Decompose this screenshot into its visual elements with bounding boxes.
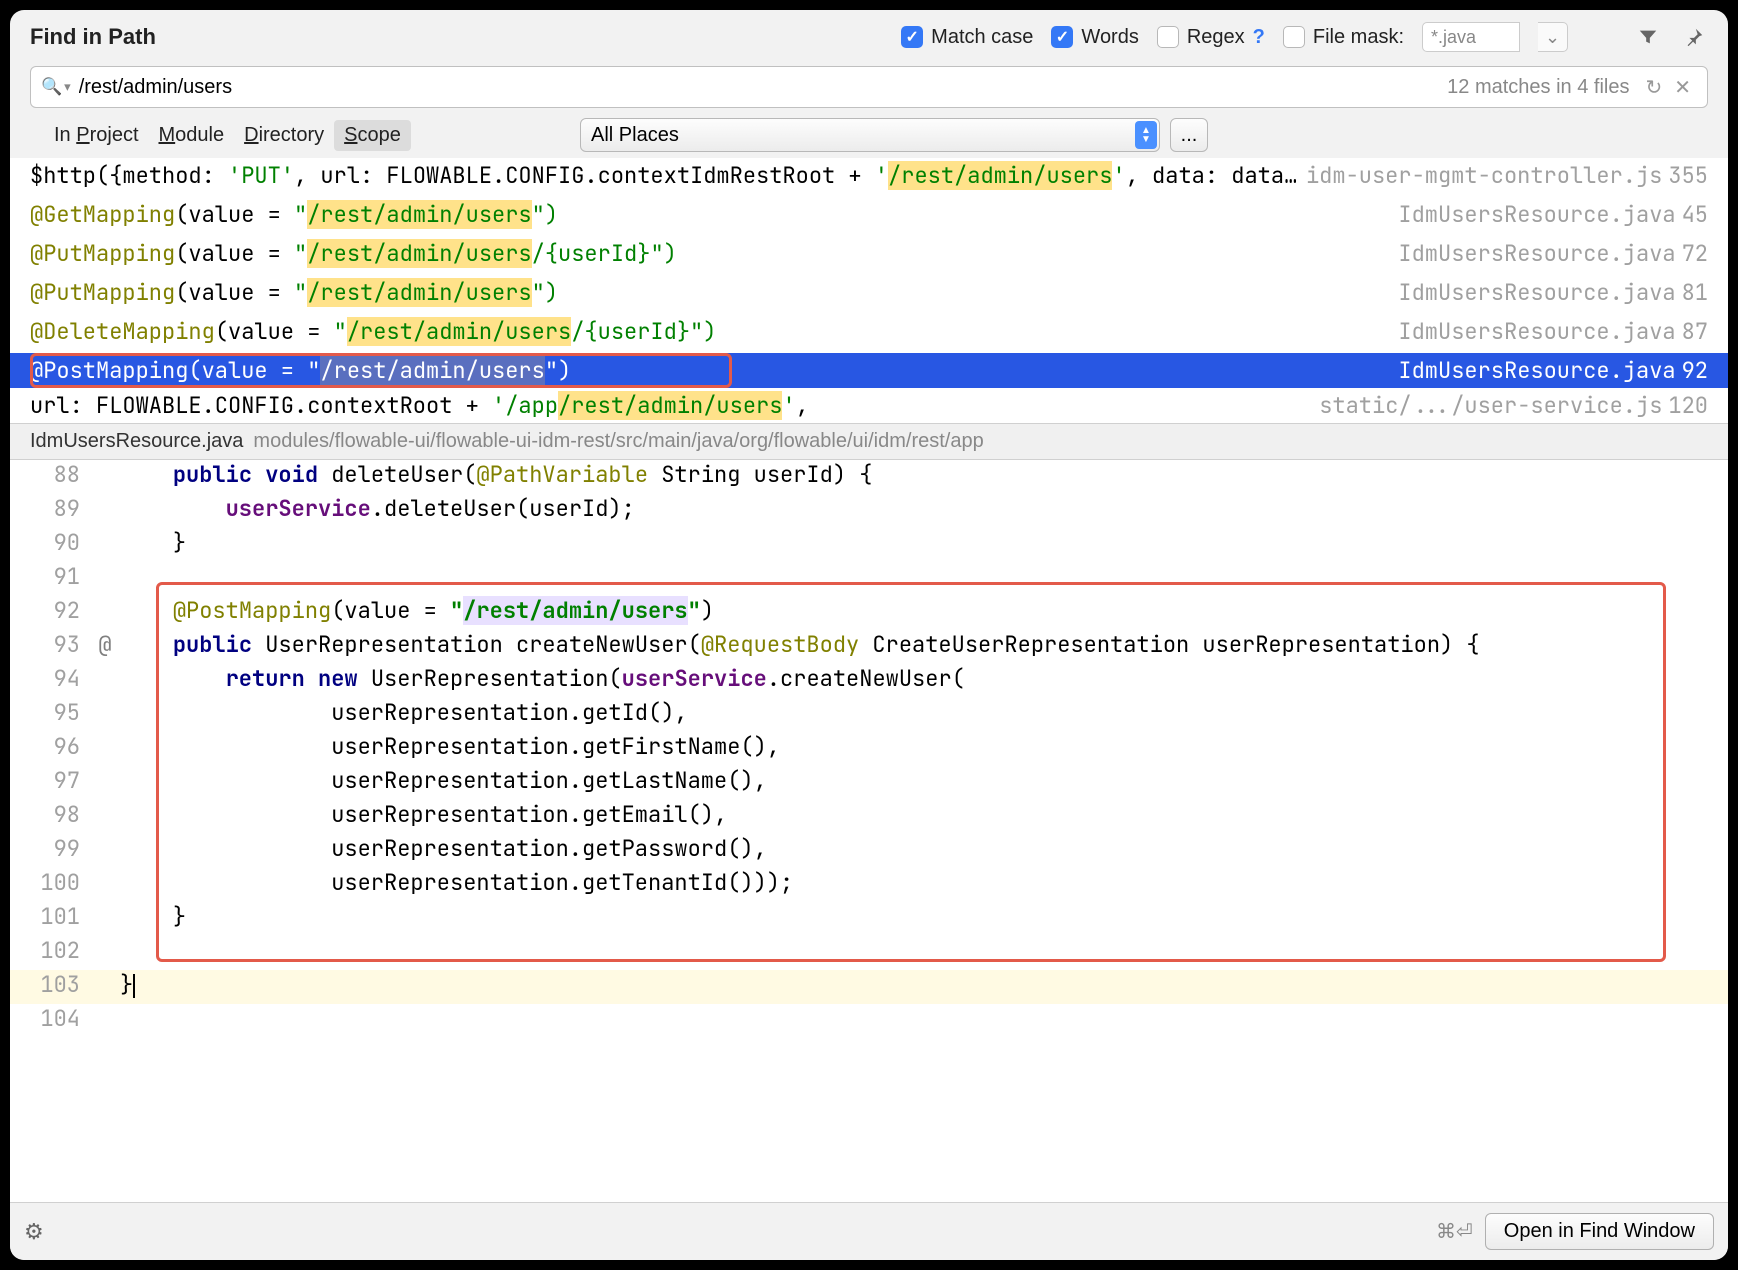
override-icon[interactable]: @ — [90, 630, 120, 659]
search-scope-tabs: In Project Module Directory Scope All Pl… — [10, 114, 1728, 158]
code-preview[interactable]: 88 public void deleteUser(@PathVariable … — [10, 460, 1728, 1202]
preview-header: IdmUsersResource.java modules/flowable-u… — [10, 423, 1728, 460]
open-in-find-window-button[interactable]: Open in Find Window — [1485, 1213, 1714, 1250]
search-input[interactable] — [79, 76, 1447, 99]
filter-icon[interactable] — [1634, 23, 1662, 51]
file-mask-option[interactable]: File mask: — [1283, 26, 1404, 49]
results-list: $http({method: 'PUT', url: FLOWABLE.CONF… — [10, 158, 1728, 423]
result-row[interactable]: @GetMapping(value = "/rest/admin/users")… — [10, 197, 1728, 232]
file-mask-input[interactable] — [1422, 22, 1520, 52]
match-case-option[interactable]: Match case — [901, 26, 1033, 49]
dialog-title: Find in Path — [30, 24, 156, 50]
result-row[interactable]: @PutMapping(value = "/rest/admin/users/{… — [10, 236, 1728, 271]
help-icon[interactable]: ? — [1253, 26, 1265, 49]
words-option[interactable]: Words — [1051, 26, 1138, 49]
checkbox-icon — [1051, 26, 1073, 48]
regex-option[interactable]: Regex ? — [1157, 26, 1265, 49]
checkbox-icon — [1283, 26, 1305, 48]
result-row-selected[interactable]: @PostMapping(value = "/rest/admin/users"… — [10, 353, 1728, 388]
tab-scope[interactable]: Scope — [334, 120, 411, 151]
result-row[interactable]: url: FLOWABLE.CONFIG.contextRoot + '/app… — [10, 388, 1728, 423]
text-cursor — [133, 974, 135, 998]
file-mask-dropdown[interactable]: ⌄ — [1538, 22, 1568, 52]
pin-icon[interactable] — [1680, 23, 1708, 51]
checkbox-icon — [1157, 26, 1179, 48]
checkbox-icon — [901, 26, 923, 48]
dialog-footer: ⚙ ⌘⏎ Open in Find Window — [10, 1202, 1728, 1260]
scope-dropdown[interactable]: All Places▲▼ — [580, 118, 1160, 152]
chevron-down-icon[interactable]: ▾ — [64, 79, 71, 95]
result-row[interactable]: @DeleteMapping(value = "/rest/admin/user… — [10, 314, 1728, 349]
tab-module[interactable]: Module — [149, 120, 235, 151]
match-count: 12 matches in 4 files — [1447, 76, 1629, 99]
rerun-icon[interactable]: ↻ — [1639, 75, 1668, 100]
shortcut-label: ⌘⏎ — [1436, 1219, 1473, 1244]
preview-file: IdmUsersResource.java — [30, 430, 243, 453]
preview-path: modules/flowable-ui/flowable-ui-idm-rest… — [253, 430, 983, 453]
gear-icon[interactable]: ⚙ — [24, 1219, 44, 1245]
result-row[interactable]: $http({method: 'PUT', url: FLOWABLE.CONF… — [10, 158, 1728, 193]
search-icon: 🔍 — [41, 77, 62, 97]
result-row[interactable]: @PutMapping(value = "/rest/admin/users")… — [10, 275, 1728, 310]
dialog-header: Find in Path Match case Words Regex ? Fi… — [10, 10, 1728, 62]
tab-project[interactable]: In Project — [44, 120, 149, 151]
clear-icon[interactable]: ✕ — [1668, 75, 1697, 100]
tab-directory[interactable]: Directory — [234, 120, 334, 151]
scope-config-button[interactable]: ... — [1170, 118, 1208, 152]
find-in-path-dialog: Find in Path Match case Words Regex ? Fi… — [10, 10, 1728, 1260]
search-field[interactable]: 🔍 ▾ 12 matches in 4 files ↻ ✕ — [30, 66, 1708, 108]
chevron-updown-icon: ▲▼ — [1135, 121, 1157, 149]
